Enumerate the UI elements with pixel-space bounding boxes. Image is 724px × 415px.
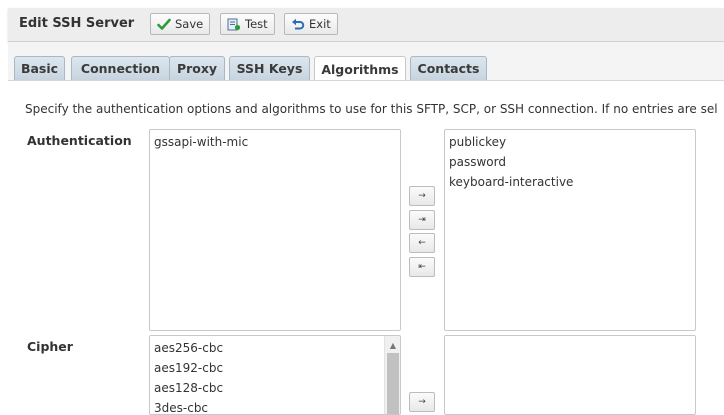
tab-basic[interactable]: Basic <box>14 56 65 80</box>
algorithms-description: Specify the authentication options and a… <box>25 102 718 116</box>
undo-icon <box>291 18 305 31</box>
cipher-label: Cipher <box>27 339 73 354</box>
remove-all-auth-button[interactable]: ⇤ <box>409 257 435 277</box>
page-title: Edit SSH Server <box>19 16 135 31</box>
tab-ssh-keys[interactable]: SSH Keys <box>229 56 310 80</box>
list-item[interactable]: aes256-cbc <box>150 338 400 358</box>
cipher-selected-list[interactable] <box>444 335 696 415</box>
list-item[interactable]: 3des-cbc <box>150 398 400 414</box>
tab-content-border <box>8 80 724 81</box>
test-icon <box>227 18 241 31</box>
cipher-list-scrollbar[interactable]: ▲ <box>384 336 400 414</box>
test-button-label: Test <box>245 17 268 31</box>
authentication-available-list[interactable]: gssapi-with-mic <box>149 129 401 331</box>
tab-contacts[interactable]: Contacts <box>410 56 487 80</box>
scrollbar-thumb[interactable] <box>387 353 399 414</box>
tab-proxy[interactable]: Proxy <box>169 56 225 80</box>
authentication-label: Authentication <box>27 133 132 148</box>
add-all-auth-button[interactable]: ⇥ <box>409 210 435 230</box>
list-item[interactable]: keyboard-interactive <box>445 172 695 192</box>
check-icon <box>157 18 171 31</box>
remove-auth-button[interactable]: ← <box>409 233 435 253</box>
cipher-available-list[interactable]: aes256-cbc aes192-cbc aes128-cbc 3des-cb… <box>149 335 401 415</box>
scroll-up-icon[interactable]: ▲ <box>385 338 400 352</box>
add-auth-button[interactable]: → <box>409 186 435 206</box>
tab-algorithms[interactable]: Algorithms <box>314 56 406 81</box>
tab-bar: Basic Connection Proxy SSH Keys Algorith… <box>8 42 724 81</box>
exit-button[interactable]: Exit <box>284 13 338 35</box>
test-button[interactable]: Test <box>220 13 275 35</box>
list-item[interactable]: gssapi-with-mic <box>150 132 400 152</box>
list-item[interactable]: aes192-cbc <box>150 358 400 378</box>
exit-button-label: Exit <box>309 17 331 31</box>
save-button-label: Save <box>175 17 204 31</box>
header-bar: Edit SSH Server Save Test Exit <box>8 8 724 42</box>
list-item[interactable]: aes128-cbc <box>150 378 400 398</box>
save-button[interactable]: Save <box>150 13 211 35</box>
tab-connection[interactable]: Connection <box>71 56 170 80</box>
authentication-selected-list[interactable]: publickey password keyboard-interactive <box>444 129 696 331</box>
list-item[interactable]: publickey <box>445 132 695 152</box>
add-cipher-button[interactable]: → <box>409 392 435 412</box>
list-item[interactable]: password <box>445 152 695 172</box>
